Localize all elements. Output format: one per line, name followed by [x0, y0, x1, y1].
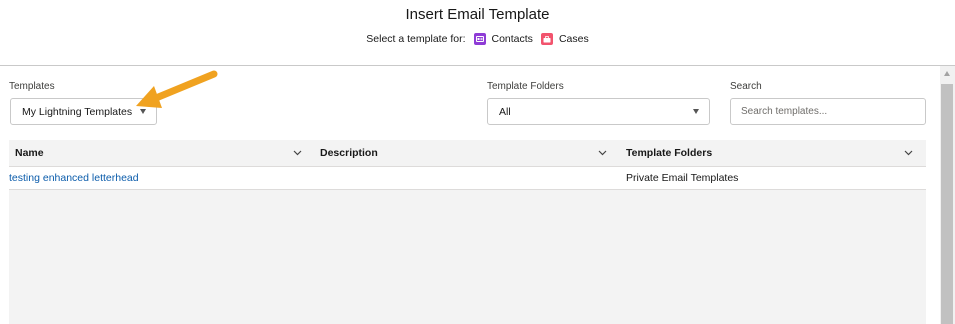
column-header-template-folders[interactable]: Template Folders — [626, 140, 926, 166]
search-label: Search — [730, 81, 762, 92]
contact-card-icon — [473, 33, 486, 45]
object-label: Cases — [558, 33, 589, 45]
folders-select[interactable]: All — [487, 98, 710, 125]
case-briefcase-icon — [540, 33, 553, 45]
chevron-down-icon[interactable] — [903, 147, 914, 158]
modal-title: Insert Email Template — [405, 6, 550, 23]
column-label: Description — [320, 147, 378, 159]
folders-label: Template Folders — [487, 81, 564, 92]
table-row: testing enhanced letterhead Private Emai… — [9, 167, 926, 190]
object-contacts[interactable]: Contacts — [473, 33, 533, 45]
templates-select-value: My Lightning Templates — [22, 105, 133, 118]
column-header-name[interactable]: Name — [15, 140, 315, 166]
column-header-description[interactable]: Description — [320, 140, 620, 166]
modal-header: Insert Email Template Select a template … — [0, 0, 955, 66]
column-label: Name — [15, 147, 44, 159]
templates-select[interactable]: My Lightning Templates — [10, 98, 157, 125]
object-label: Contacts — [491, 33, 533, 45]
template-target-line: Select a template for: Contacts Cases — [0, 33, 955, 45]
template-name-link[interactable]: testing enhanced letterhead — [9, 167, 139, 189]
column-label: Template Folders — [626, 147, 713, 159]
table-header: Name Description Template Folders — [9, 140, 926, 167]
folders-select-value: All — [499, 105, 511, 118]
dropdown-caret-icon — [693, 109, 699, 114]
template-folder: Private Email Templates — [626, 172, 739, 184]
chevron-down-icon[interactable] — [597, 147, 608, 158]
table-empty-area — [9, 190, 926, 324]
templates-label: Templates — [9, 81, 55, 92]
scrollbar[interactable] — [940, 66, 955, 324]
scrollbar-thumb[interactable] — [941, 84, 953, 324]
chevron-down-icon[interactable] — [292, 147, 303, 158]
object-cases[interactable]: Cases — [540, 33, 589, 45]
search-input[interactable] — [730, 98, 926, 125]
dropdown-caret-icon — [140, 109, 146, 114]
scroll-up-arrow-icon[interactable] — [944, 71, 950, 76]
select-for-label: Select a template for: — [366, 33, 466, 45]
